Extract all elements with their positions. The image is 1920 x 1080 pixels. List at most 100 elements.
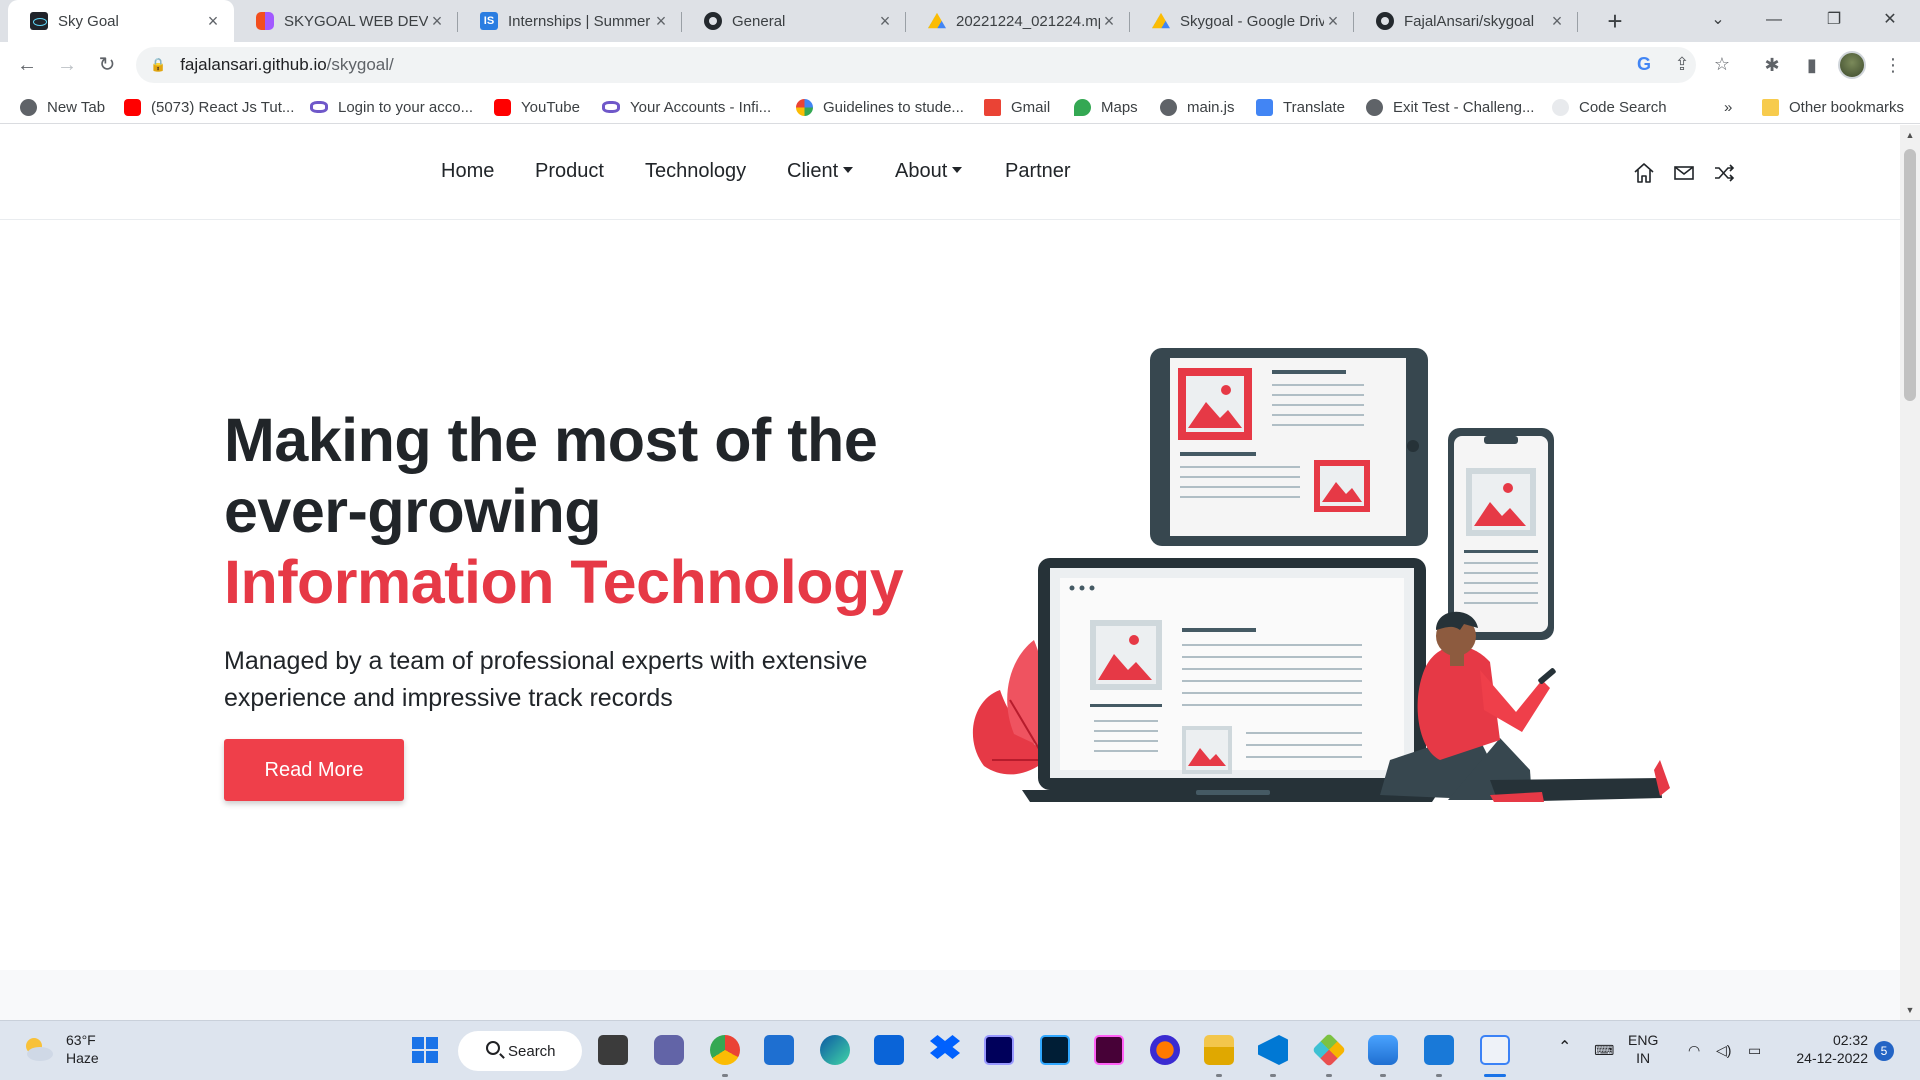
file-explorer-icon[interactable]: [1204, 1035, 1234, 1065]
active-indicator: [1484, 1074, 1506, 1077]
figma-icon: [256, 12, 274, 30]
close-icon[interactable]: ×: [876, 11, 894, 32]
caret-down-icon: [843, 167, 854, 173]
nav-about[interactable]: About: [895, 160, 963, 183]
hero-subtitle: Managed by a team of professional expert…: [224, 647, 868, 712]
menu-kebab-icon[interactable]: ⋮: [1878, 50, 1908, 80]
home-icon[interactable]: [1632, 161, 1656, 185]
bookmark-code-search[interactable]: Code Search: [1552, 96, 1667, 118]
tab-title: Skygoal - Google Driv: [1180, 12, 1324, 30]
edge-icon[interactable]: [820, 1035, 850, 1065]
read-more-button[interactable]: Read More: [224, 739, 404, 801]
bookmark-new-tab[interactable]: New Tab: [20, 96, 105, 118]
dropbox-icon[interactable]: [930, 1035, 960, 1059]
clock-time: 02:32: [1832, 1032, 1868, 1048]
bookmark-react-tutorial[interactable]: (5073) React Js Tut...: [124, 96, 294, 118]
tab-drive-video[interactable]: 20221224_021224.mp ×: [906, 0, 1130, 42]
keyboard-icon[interactable]: ⌨: [1594, 1041, 1614, 1059]
volume-icon[interactable]: ◁): [1716, 1041, 1731, 1059]
bookmark-guidelines[interactable]: Guidelines to stude...: [796, 96, 964, 118]
restore-button[interactable]: ❐: [1806, 0, 1862, 42]
extensions-icon[interactable]: ✱: [1757, 50, 1787, 80]
taskbar-search[interactable]: Search: [458, 1031, 582, 1071]
notification-badge[interactable]: 5: [1874, 1041, 1894, 1061]
bookmark-label: Login to your acco...: [338, 98, 474, 116]
reload-icon[interactable]: ↻: [92, 50, 122, 80]
scroll-thumb[interactable]: [1904, 149, 1916, 401]
tab-github-repo[interactable]: FajalAnsari/skygoal ×: [1354, 0, 1578, 42]
tab-internships[interactable]: IS Internships | Summer ×: [458, 0, 682, 42]
taskbar-search-label: Search: [508, 1042, 556, 1060]
weather-widget[interactable]: 63°F Haze: [20, 1031, 99, 1067]
bookmarks-overflow-chevron[interactable]: »: [1724, 96, 1732, 118]
premiere-pro-icon[interactable]: [984, 1035, 1014, 1065]
clock[interactable]: 02:32 24-12-2022: [1788, 1031, 1868, 1067]
close-icon[interactable]: ×: [1324, 11, 1342, 32]
close-icon[interactable]: ×: [1548, 11, 1566, 32]
audacity-icon[interactable]: [1150, 1035, 1180, 1065]
task-view-icon[interactable]: [598, 1035, 628, 1065]
bookmark-login[interactable]: Login to your acco...: [310, 96, 473, 118]
google-drive-icon: [928, 12, 946, 29]
adobe-xd-icon[interactable]: [1094, 1035, 1124, 1065]
bookmark-translate[interactable]: Translate: [1256, 96, 1345, 118]
forward-arrow-icon[interactable]: →: [52, 50, 82, 80]
bookmark-exit-test[interactable]: Exit Test - Challeng...: [1366, 96, 1534, 118]
mail-icon[interactable]: [1672, 161, 1696, 185]
google-lens-icon[interactable]: G: [1630, 50, 1658, 78]
vscode-icon[interactable]: [1258, 1035, 1288, 1065]
tab-skygoal-web-devel[interactable]: SKYGOAL WEB DEVEL ×: [234, 0, 458, 42]
running-indicator: [1326, 1074, 1332, 1077]
language-indicator[interactable]: ENG IN: [1628, 1031, 1658, 1067]
tab-general[interactable]: General ×: [682, 0, 906, 42]
minimize-button[interactable]: —: [1746, 0, 1802, 42]
page-scrollbar[interactable]: ▲ ▼: [1900, 125, 1920, 1020]
photoshop-icon[interactable]: [1040, 1035, 1070, 1065]
side-panel-icon[interactable]: ▮: [1797, 50, 1827, 80]
nav-product[interactable]: Product: [535, 160, 604, 183]
chevron-up-icon[interactable]: ⌃: [1558, 1039, 1571, 1057]
nav-client[interactable]: Client: [787, 160, 854, 183]
share-icon[interactable]: ⇪: [1668, 50, 1696, 78]
address-bar[interactable]: 🔒 fajalansari.github.io/skygoal/: [136, 47, 1696, 83]
nav-technology[interactable]: Technology: [645, 160, 746, 183]
tab-sky-goal[interactable]: Sky Goal ×: [8, 0, 234, 42]
bookmark-label: Translate: [1283, 98, 1345, 116]
other-bookmarks[interactable]: Other bookmarks: [1762, 96, 1904, 118]
bookmark-label: New Tab: [47, 98, 106, 116]
figma-like-app-icon[interactable]: [1312, 1033, 1346, 1067]
close-icon[interactable]: ×: [1100, 11, 1118, 32]
microsoft-store-icon[interactable]: [764, 1035, 794, 1065]
chrome-icon[interactable]: [710, 1035, 740, 1065]
profile-avatar[interactable]: [1838, 51, 1866, 79]
scroll-down-arrow-icon[interactable]: ▼: [1900, 1002, 1920, 1018]
bookmark-accounts[interactable]: Your Accounts - Infi...: [602, 96, 771, 118]
teams-chat-icon[interactable]: [654, 1035, 684, 1065]
tab-skygoal-drive[interactable]: Skygoal - Google Driv ×: [1130, 0, 1354, 42]
wifi-icon[interactable]: ◠: [1688, 1041, 1700, 1059]
bookmark-star-icon[interactable]: ☆: [1708, 50, 1736, 78]
bookmark-maps[interactable]: Maps: [1074, 96, 1138, 118]
scroll-up-arrow-icon[interactable]: ▲: [1900, 127, 1920, 143]
close-icon[interactable]: ×: [428, 11, 446, 32]
close-icon[interactable]: ×: [204, 11, 222, 32]
page-viewport: Home Product Technology Client About Par…: [0, 125, 1900, 1020]
bookmark-youtube[interactable]: YouTube: [494, 96, 580, 118]
zoom-like-app-icon[interactable]: [1368, 1035, 1398, 1065]
nav-partner[interactable]: Partner: [1005, 160, 1071, 183]
snipping-tool-icon[interactable]: [1480, 1035, 1510, 1065]
bookmark-main-js[interactable]: main.js: [1160, 96, 1235, 118]
google-icon: [796, 98, 813, 116]
tab-search-icon[interactable]: ⌄: [1690, 0, 1746, 42]
mail-app-icon[interactable]: [874, 1035, 904, 1065]
battery-icon[interactable]: ▭: [1748, 1041, 1761, 1059]
new-tab-button[interactable]: +: [1600, 6, 1630, 36]
close-icon[interactable]: ×: [652, 11, 670, 32]
back-arrow-icon[interactable]: ←: [12, 50, 42, 80]
close-window-button[interactable]: ✕: [1862, 0, 1918, 42]
bookmark-gmail[interactable]: Gmail: [984, 96, 1050, 118]
notepad-icon[interactable]: [1424, 1035, 1454, 1065]
windows-start-icon[interactable]: [410, 1035, 440, 1065]
nav-home[interactable]: Home: [441, 160, 494, 183]
shuffle-icon[interactable]: [1712, 161, 1736, 185]
